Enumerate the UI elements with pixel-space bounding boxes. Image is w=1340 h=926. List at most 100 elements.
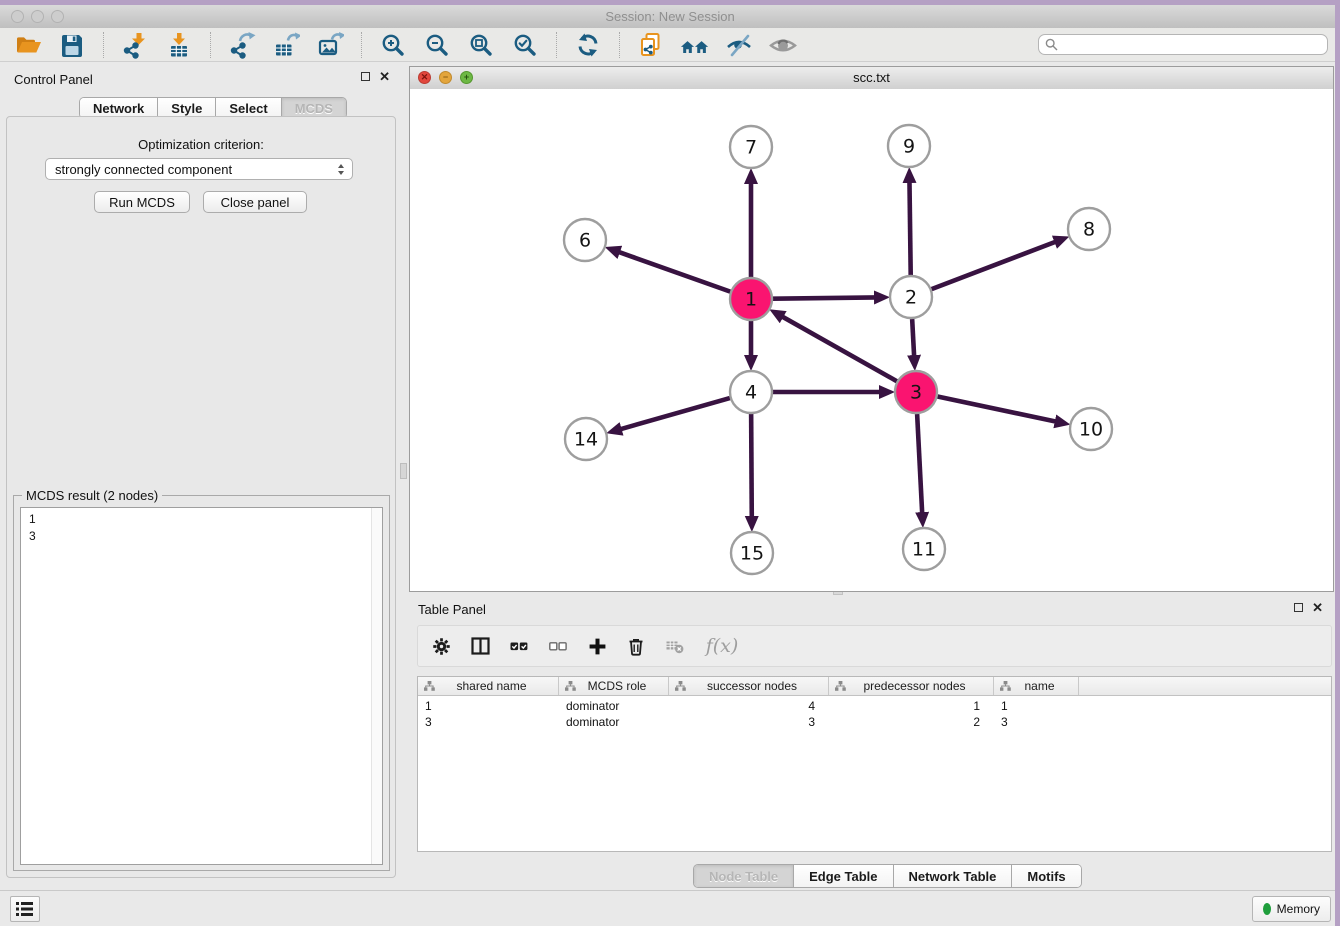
table-row[interactable]: 3dominator323	[418, 714, 1331, 730]
function-builder-icon[interactable]: f(x)	[703, 635, 741, 657]
hide-eye-icon[interactable]	[724, 30, 754, 60]
network-window-titlebar[interactable]: ✕ − + scc.txt	[410, 67, 1333, 90]
copy-network-icon[interactable]	[636, 30, 666, 60]
table-row[interactable]: 1dominator411	[418, 698, 1331, 714]
table-cell: 3	[418, 715, 559, 729]
graph-edge-2-8[interactable]	[932, 241, 1057, 289]
unselect-all-checkboxes-icon[interactable]	[547, 635, 569, 657]
column-header-MCDS-role[interactable]: MCDS role	[559, 677, 669, 695]
select-all-checkboxes-icon[interactable]	[508, 635, 530, 657]
tab-motifs[interactable]: Motifs	[1011, 865, 1080, 887]
tree-icon	[565, 681, 576, 691]
table-header-row: shared nameMCDS rolesuccessor nodesprede…	[418, 677, 1331, 696]
close-panel-icon[interactable]: ✕	[379, 71, 390, 82]
table-cell: dominator	[559, 699, 669, 713]
refresh-icon[interactable]	[573, 30, 603, 60]
delete-table-icon[interactable]	[664, 635, 686, 657]
tab-network-table[interactable]: Network Table	[893, 865, 1012, 887]
open-folder-icon[interactable]	[13, 30, 43, 60]
desktop-edge-right	[1335, 0, 1340, 926]
criterion-dropdown[interactable]: strongly connected component	[45, 158, 353, 180]
graph-edge-2-9[interactable]	[909, 181, 910, 275]
homes-icon[interactable]	[680, 30, 710, 60]
search-field	[1038, 34, 1328, 55]
node-table: shared nameMCDS rolesuccessor nodesprede…	[417, 676, 1332, 852]
column-header-shared-name[interactable]: shared name	[418, 677, 559, 695]
task-history-button[interactable]	[10, 896, 40, 922]
zoom-out-icon[interactable]	[422, 30, 452, 60]
graph-node-label: 9	[903, 136, 915, 158]
graph-edge-2-3[interactable]	[912, 319, 914, 357]
title-bar: Session: New Session	[0, 5, 1340, 29]
run-mcds-button[interactable]: Run MCDS	[94, 191, 190, 213]
graph-node-label: 1	[745, 289, 757, 311]
graph-node-label: 8	[1083, 219, 1095, 241]
import-table-icon[interactable]	[164, 30, 194, 60]
delete-column-icon[interactable]	[625, 635, 647, 657]
graph-node-label: 7	[745, 137, 757, 159]
tab-node-table[interactable]: Node Table	[694, 865, 793, 887]
column-header-name[interactable]: name	[994, 677, 1079, 695]
control-panel: Control Panel ✕ NetworkStyleSelectMCDS O…	[0, 62, 404, 890]
tab-network[interactable]: Network	[80, 98, 157, 118]
toolbar-separator	[619, 32, 620, 58]
window-title: Session: New Session	[0, 9, 1340, 24]
graph-edge-3-1[interactable]	[781, 316, 896, 381]
split-columns-icon[interactable]	[469, 635, 491, 657]
graph-edge-1-2[interactable]	[773, 297, 876, 298]
graph-edge-4-15[interactable]	[751, 414, 752, 518]
application-window: Session: New Session	[0, 0, 1340, 926]
graph-node-label: 6	[579, 230, 591, 252]
network-view-window: ✕ − + scc.txt 1234678910111415	[409, 66, 1334, 592]
memory-label: Memory	[1277, 902, 1320, 916]
memory-button[interactable]: Memory	[1252, 896, 1331, 922]
search-input[interactable]	[1038, 34, 1328, 55]
graph-node-label: 10	[1079, 419, 1103, 441]
column-header-successor-nodes[interactable]: successor nodes	[669, 677, 829, 695]
save-icon[interactable]	[57, 30, 87, 60]
network-graph[interactable]: 1234678910111415	[410, 89, 1333, 591]
criterion-value: strongly connected component	[55, 162, 232, 177]
graph-edge-1-6[interactable]	[618, 252, 730, 292]
table-cell: 3	[669, 715, 829, 729]
result-scrollbar[interactable]	[371, 508, 382, 864]
column-header-label: name	[1015, 679, 1078, 693]
dropdown-chevrons-icon	[337, 163, 345, 176]
table-cell: 1	[418, 699, 559, 713]
tab-select[interactable]: Select	[215, 98, 280, 118]
graph-edge-3-10[interactable]	[938, 397, 1057, 422]
close-table-panel-icon[interactable]: ✕	[1312, 602, 1323, 613]
add-column-icon[interactable]	[586, 635, 608, 657]
graph-edge-4-14[interactable]	[620, 398, 730, 429]
graph-node-label: 15	[740, 543, 764, 565]
table-cell: 1	[829, 699, 994, 713]
export-image-icon[interactable]	[315, 30, 345, 60]
tab-mcds[interactable]: MCDS	[281, 98, 346, 118]
show-eye-icon[interactable]	[768, 30, 798, 60]
tab-style[interactable]: Style	[157, 98, 215, 118]
table-cell: 2	[829, 715, 994, 729]
import-network-icon[interactable]	[120, 30, 150, 60]
list-icon	[16, 901, 34, 917]
mcds-result-area[interactable]: 1 3	[20, 507, 383, 865]
tree-icon	[424, 681, 435, 691]
graph-edge-3-11[interactable]	[917, 414, 922, 514]
zoom-in-icon[interactable]	[378, 30, 408, 60]
settings-gear-icon[interactable]	[430, 635, 452, 657]
float-panel-icon[interactable]	[361, 72, 370, 81]
export-table-icon[interactable]	[271, 30, 301, 60]
network-canvas[interactable]: 1234678910111415	[410, 89, 1333, 591]
close-panel-button[interactable]: Close panel	[203, 191, 307, 213]
column-header-predecessor-nodes[interactable]: predecessor nodes	[829, 677, 994, 695]
vertical-splitter-grip[interactable]	[400, 463, 407, 479]
zoom-fit-icon[interactable]	[466, 30, 496, 60]
table-cell: dominator	[559, 715, 669, 729]
graph-node-label: 14	[574, 429, 598, 451]
table-panel: Table Panel ✕	[409, 598, 1334, 890]
export-network-icon[interactable]	[227, 30, 257, 60]
float-table-panel-icon[interactable]	[1294, 603, 1303, 612]
tab-edge-table[interactable]: Edge Table	[793, 865, 892, 887]
mcds-result-text: 1 3	[21, 508, 382, 545]
zoom-selected-icon[interactable]	[510, 30, 540, 60]
table-panel-title: Table Panel	[418, 602, 486, 617]
